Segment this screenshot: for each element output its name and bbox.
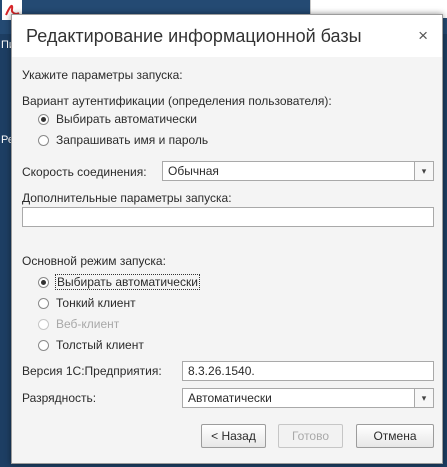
version-input[interactable]: 8.3.26.1540. bbox=[182, 361, 434, 381]
extra-params-input[interactable] bbox=[22, 207, 434, 227]
back-button[interactable]: < Назад bbox=[201, 424, 266, 448]
dialog-titlebar: Редактирование информационной базы × bbox=[12, 15, 442, 57]
mode-option-thin-label: Тонкий клиент bbox=[56, 296, 136, 310]
mode-option-auto-label: Выбирать автоматически bbox=[55, 274, 200, 290]
mode-option-thin[interactable]: Тонкий клиент bbox=[38, 294, 136, 312]
radio-mode-thin[interactable] bbox=[38, 297, 49, 309]
mode-option-thick[interactable]: Толстый клиент bbox=[38, 336, 144, 354]
mode-option-web: Веб-клиент bbox=[38, 315, 119, 333]
version-label: Версия 1С:Предприятия: bbox=[22, 364, 162, 378]
radio-mode-thick[interactable] bbox=[38, 339, 49, 351]
cancel-button[interactable]: Отмена bbox=[356, 424, 434, 448]
radio-mode-web bbox=[38, 318, 49, 330]
radio-auth-password[interactable] bbox=[38, 134, 49, 146]
auth-option-password-label: Запрашивать имя и пароль bbox=[56, 133, 209, 147]
edit-infobase-dialog: Редактирование информационной базы × Ука… bbox=[11, 14, 443, 464]
radio-auth-auto[interactable] bbox=[38, 113, 49, 125]
speed-value: Обычная bbox=[168, 164, 219, 178]
bitness-label: Разрядность: bbox=[22, 391, 97, 405]
extra-params-label: Дополнительные параметры запуска: bbox=[22, 191, 232, 205]
auth-label: Вариант аутентификации (определения поль… bbox=[22, 94, 332, 108]
speed-label: Скорость соединения: bbox=[22, 165, 147, 179]
speed-select[interactable]: Обычная ▾ bbox=[162, 161, 434, 181]
bitness-value: Автоматически bbox=[188, 391, 272, 405]
bitness-dropdown-icon[interactable]: ▾ bbox=[414, 388, 434, 408]
bitness-select[interactable]: Автоматически ▾ bbox=[182, 388, 434, 408]
auth-option-password[interactable]: Запрашивать имя и пароль bbox=[38, 131, 208, 149]
mode-option-thick-label: Толстый клиент bbox=[56, 338, 144, 352]
mode-option-auto[interactable]: Выбирать автоматически bbox=[38, 273, 200, 291]
finish-button: Готово bbox=[278, 424, 343, 448]
radio-mode-auto[interactable] bbox=[38, 276, 49, 288]
launch-params-label: Укажите параметры запуска: bbox=[22, 68, 183, 82]
mode-option-web-label: Веб-клиент bbox=[56, 317, 120, 331]
close-icon[interactable]: × bbox=[418, 26, 428, 46]
speed-dropdown-icon[interactable]: ▾ bbox=[414, 161, 434, 181]
dialog-title: Редактирование информационной базы bbox=[26, 26, 362, 46]
auth-option-auto-label: Выбирать автоматически bbox=[56, 112, 197, 126]
mode-label: Основной режим запуска: bbox=[22, 254, 166, 268]
auth-option-auto[interactable]: Выбирать автоматически bbox=[38, 110, 197, 128]
